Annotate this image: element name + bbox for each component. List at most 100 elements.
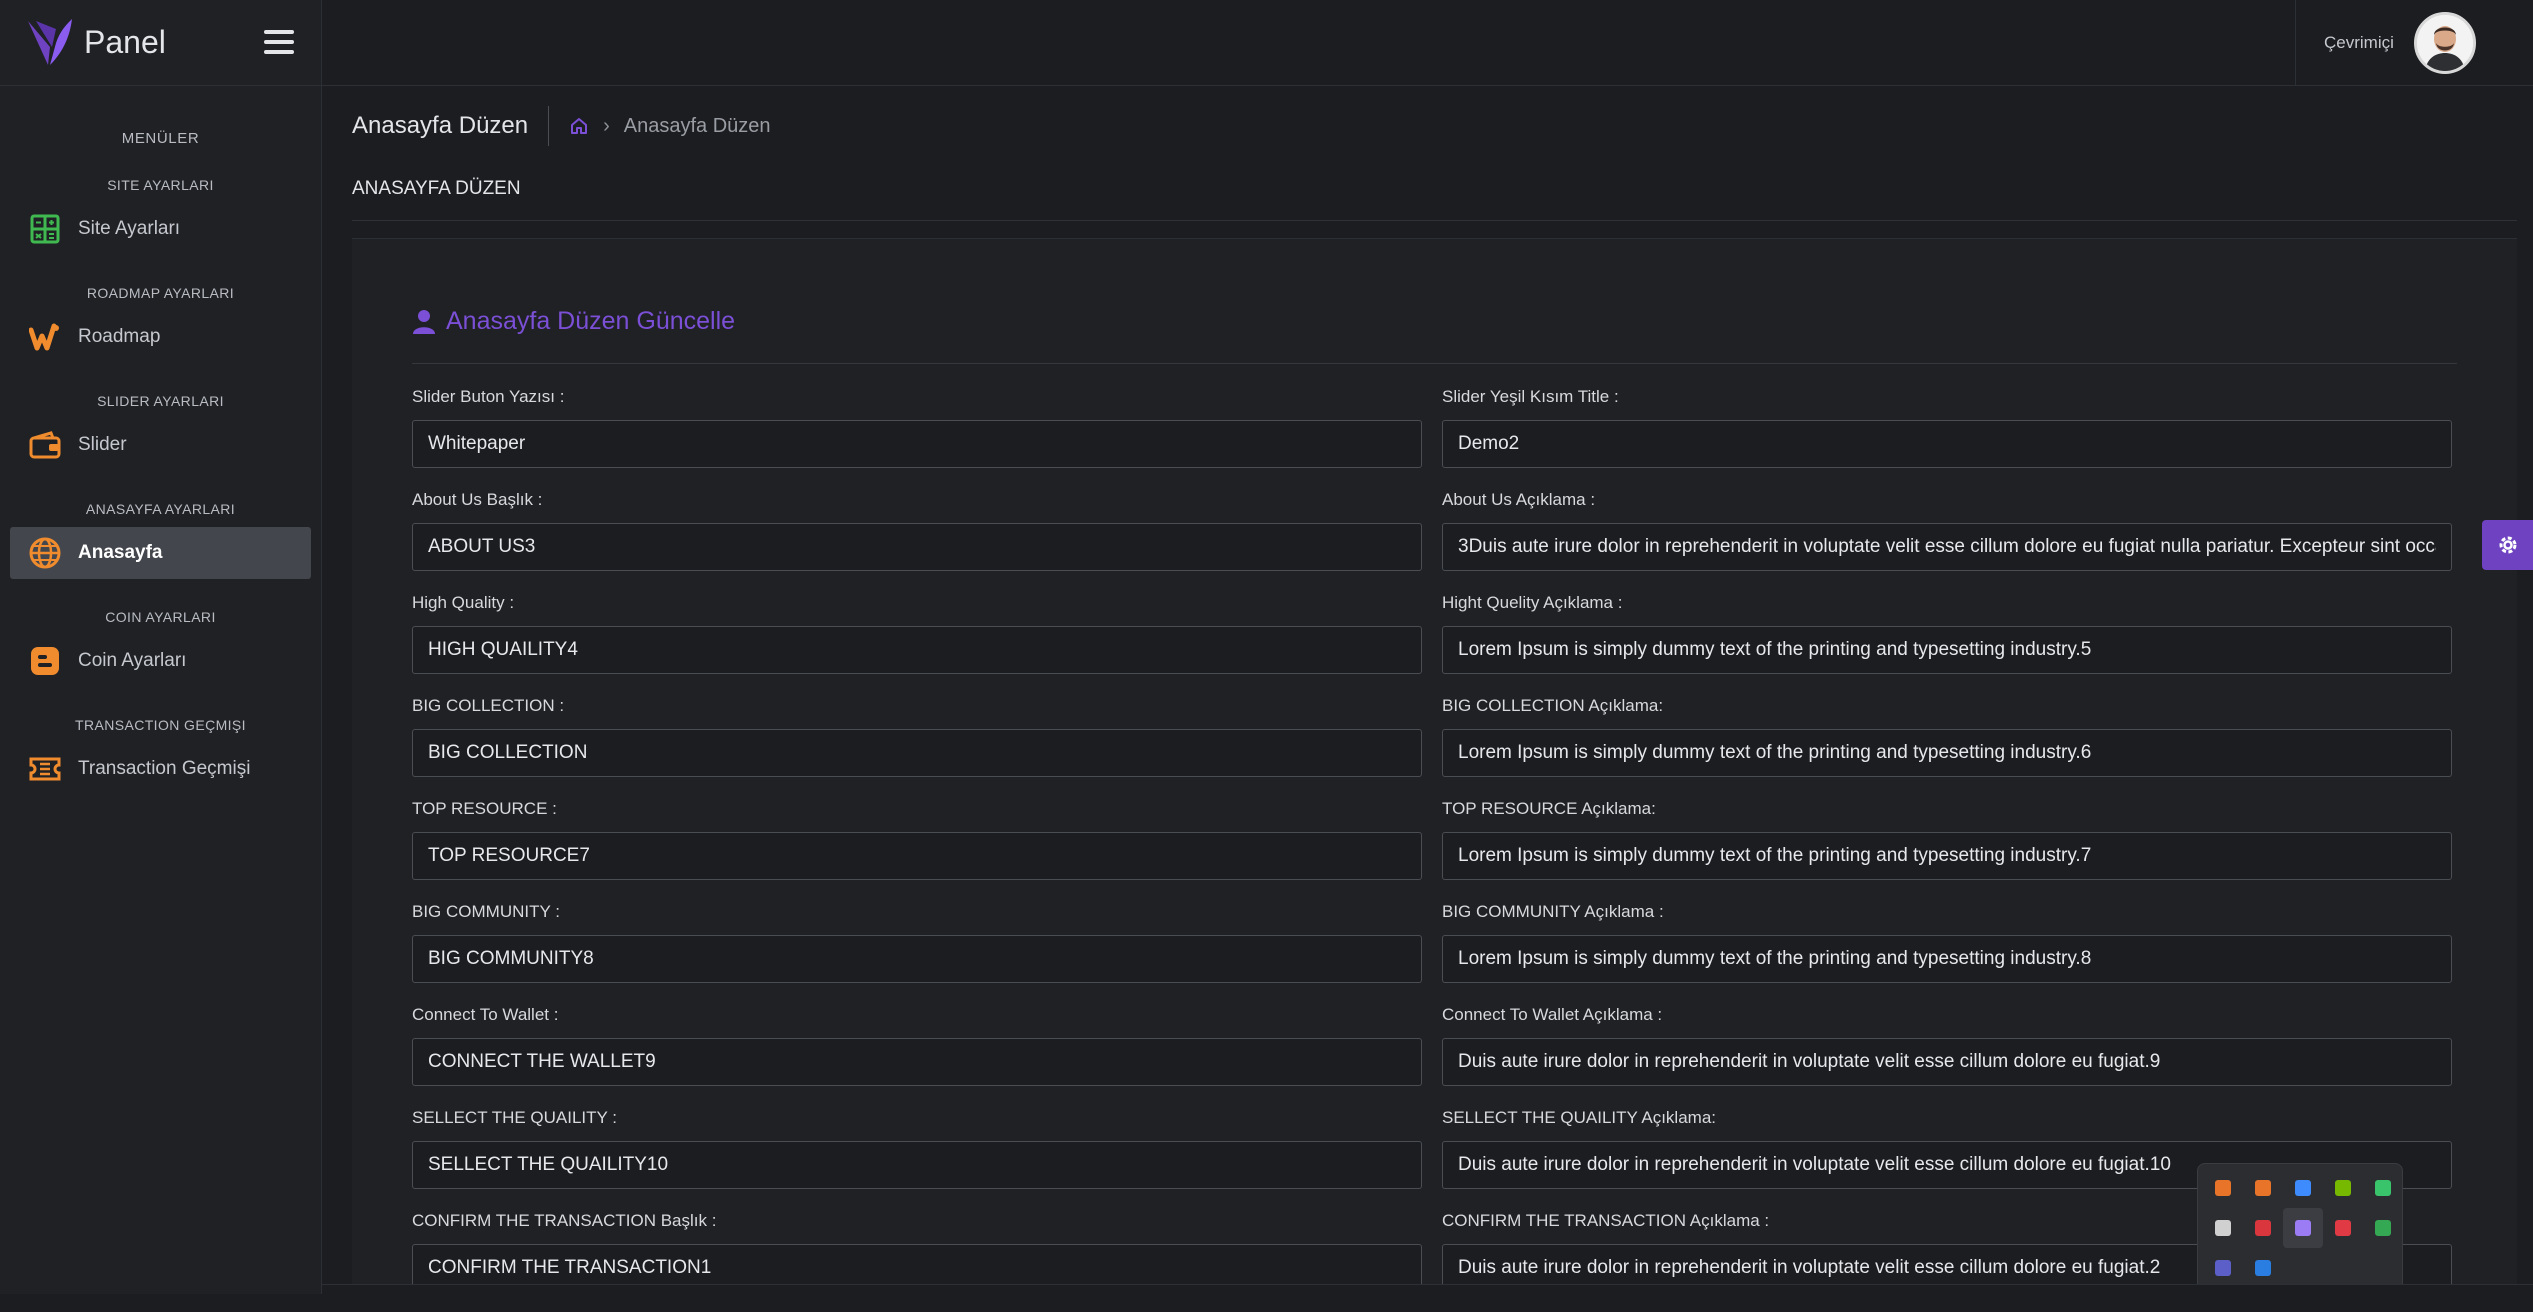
ticket-icon — [28, 752, 62, 786]
big-collection-input[interactable] — [412, 729, 1422, 777]
connect-wallet-description-input[interactable] — [1442, 1038, 2452, 1086]
form-field: SELLECT THE QUAILITY : — [412, 1106, 1422, 1209]
red-chat-icon[interactable] — [2323, 1208, 2363, 1248]
gear-icon — [2496, 533, 2520, 557]
top-resource-description-input[interactable] — [1442, 832, 2452, 880]
sidebar-item-slider[interactable]: Slider — [10, 419, 311, 471]
slider-button-text-input[interactable] — [412, 420, 1422, 468]
form-field: CONFIRM THE TRANSACTION Başlık : — [412, 1209, 1422, 1312]
form-grid: Slider Buton Yazısı : Slider Yeşil Kısım… — [412, 385, 2452, 1312]
field-label: High Quality : — [412, 591, 1422, 615]
form-field: Slider Buton Yazısı : — [412, 385, 1422, 488]
form-card: Anasayfa Düzen Güncelle Slider Buton Yaz… — [352, 238, 2517, 1294]
app-orange-icon-2-glyph — [2255, 1180, 2271, 1196]
online-status: Çevrimiçi — [2324, 33, 2394, 53]
system-tray-popup — [2197, 1163, 2403, 1291]
field-label: Slider Yeşil Kısım Title : — [1442, 385, 2452, 409]
user-status-area[interactable]: Çevrimiçi — [2295, 0, 2533, 86]
app-orange-icon-2[interactable] — [2243, 1168, 2283, 1208]
chevron-right-icon: › — [603, 115, 610, 138]
epic-games-icon[interactable] — [2203, 1208, 2243, 1248]
big-community-description-input[interactable] — [1442, 935, 2452, 983]
sidebar-item-transaction-gecmisi[interactable]: Transaction Geçmişi — [10, 743, 311, 795]
section-heading-site: SITE AYARLARI — [0, 177, 321, 193]
drive-icon[interactable] — [2363, 1208, 2403, 1248]
teams-icon[interactable] — [2203, 1248, 2243, 1288]
section-heading-coin: COIN AYARLARI — [0, 609, 321, 625]
select-quality-input[interactable] — [412, 1141, 1422, 1189]
form-field: TOP RESOURCE Açıklama: — [1442, 797, 2452, 900]
calculator-icon — [28, 212, 62, 246]
connect-wallet-input[interactable] — [412, 1038, 1422, 1086]
epic-games-icon-glyph — [2215, 1220, 2231, 1236]
field-label: Hight Quelity Açıklama : — [1442, 591, 2452, 615]
user-icon — [412, 309, 436, 335]
field-label: SELLECT THE QUAILITY Açıklama: — [1442, 1106, 2452, 1130]
field-label: BIG COLLECTION : — [412, 694, 1422, 718]
horizontal-scrollbar[interactable] — [322, 1284, 2533, 1294]
sidebar-item-label: Transaction Geçmişi — [78, 758, 250, 780]
drive-icon-glyph — [2375, 1220, 2391, 1236]
red-mic-icon[interactable] — [2243, 1208, 2283, 1248]
field-label: BIG COMMUNITY Açıklama : — [1442, 900, 2452, 924]
home-icon[interactable] — [569, 116, 589, 136]
green-shield-icon-glyph — [2375, 1180, 2391, 1196]
section-heading-slider: SLIDER AYARLARI — [0, 393, 321, 409]
settings-toggle-button[interactable] — [2482, 520, 2533, 570]
section-heading-roadmap: ROADMAP AYARLARI — [0, 285, 321, 301]
red-mic-icon-glyph — [2255, 1220, 2271, 1236]
green-shield-icon[interactable] — [2363, 1168, 2403, 1208]
form-field: Connect To Wallet : — [412, 1003, 1422, 1106]
purple-leaf-icon-glyph — [2295, 1220, 2311, 1236]
big-collection-description-input[interactable] — [1442, 729, 2452, 777]
form-field: BIG COMMUNITY : — [412, 900, 1422, 1003]
red-chat-icon-glyph — [2335, 1220, 2351, 1236]
topbar: Çevrimiçi — [322, 0, 2533, 86]
about-us-description-input[interactable] — [1442, 523, 2452, 571]
app-blue-diamond-icon-glyph — [2295, 1180, 2311, 1196]
divider — [412, 363, 2457, 364]
bluetooth-icon-glyph — [2255, 1260, 2271, 1276]
app-blue-diamond-icon[interactable] — [2283, 1168, 2323, 1208]
sidebar-item-label: Slider — [78, 434, 127, 456]
sidebar-item-label: Coin Ayarları — [78, 650, 186, 672]
slider-green-title-input[interactable] — [1442, 420, 2452, 468]
high-quality-input[interactable] — [412, 626, 1422, 674]
avatar[interactable] — [2414, 12, 2476, 74]
section-heading-transaction: TRANSACTION GEÇMIŞI — [0, 717, 321, 733]
hamburger-menu-icon[interactable] — [264, 30, 294, 54]
globe-icon — [28, 536, 62, 570]
sidebar-item-anasayfa[interactable]: Anasayfa — [10, 527, 311, 579]
nvidia-icon-glyph — [2335, 1180, 2351, 1196]
app-orange-icon-1[interactable] — [2203, 1168, 2243, 1208]
about-us-title-input[interactable] — [412, 523, 1422, 571]
field-label: BIG COMMUNITY : — [412, 900, 1422, 924]
breadcrumb: Anasayfa Düzen › Anasayfa Düzen — [352, 86, 2517, 166]
nvidia-icon[interactable] — [2323, 1168, 2363, 1208]
breadcrumb-current: Anasayfa Düzen — [624, 115, 771, 138]
sidebar-item-coin-ayarlari[interactable]: Coin Ayarları — [10, 635, 311, 687]
field-label: Connect To Wallet Açıklama : — [1442, 1003, 2452, 1027]
main-content: Anasayfa Düzen › Anasayfa Düzen ANASAYFA… — [352, 86, 2517, 1294]
field-label: About Us Açıklama : — [1442, 488, 2452, 512]
sidebar-item-label: Anasayfa — [78, 542, 163, 564]
card-title-text: Anasayfa Düzen Güncelle — [446, 307, 735, 336]
field-label: SELLECT THE QUAILITY : — [412, 1106, 1422, 1130]
sidebar-item-label: Site Ayarları — [78, 218, 180, 240]
top-resource-input[interactable] — [412, 832, 1422, 880]
field-label: About Us Başlık : — [412, 488, 1422, 512]
sidebar-item-site-ayarlari[interactable]: Site Ayarları — [10, 203, 311, 255]
form-field: BIG COMMUNITY Açıklama : — [1442, 900, 2452, 1003]
bluetooth-icon[interactable] — [2243, 1248, 2283, 1288]
blogger-icon — [28, 644, 62, 678]
high-quality-description-input[interactable] — [1442, 626, 2452, 674]
sidebar-item-roadmap[interactable]: Roadmap — [10, 311, 311, 363]
section-heading-anasayfa: ANASAYFA AYARLARI — [0, 501, 321, 517]
purple-leaf-icon[interactable] — [2283, 1208, 2323, 1248]
field-label: TOP RESOURCE Açıklama: — [1442, 797, 2452, 821]
form-field: Hight Quelity Açıklama : — [1442, 591, 2452, 694]
big-community-input[interactable] — [412, 935, 1422, 983]
form-field: Slider Yeşil Kısım Title : — [1442, 385, 2452, 488]
form-field: BIG COLLECTION Açıklama: — [1442, 694, 2452, 797]
sidebar-item-label: Roadmap — [78, 326, 160, 348]
